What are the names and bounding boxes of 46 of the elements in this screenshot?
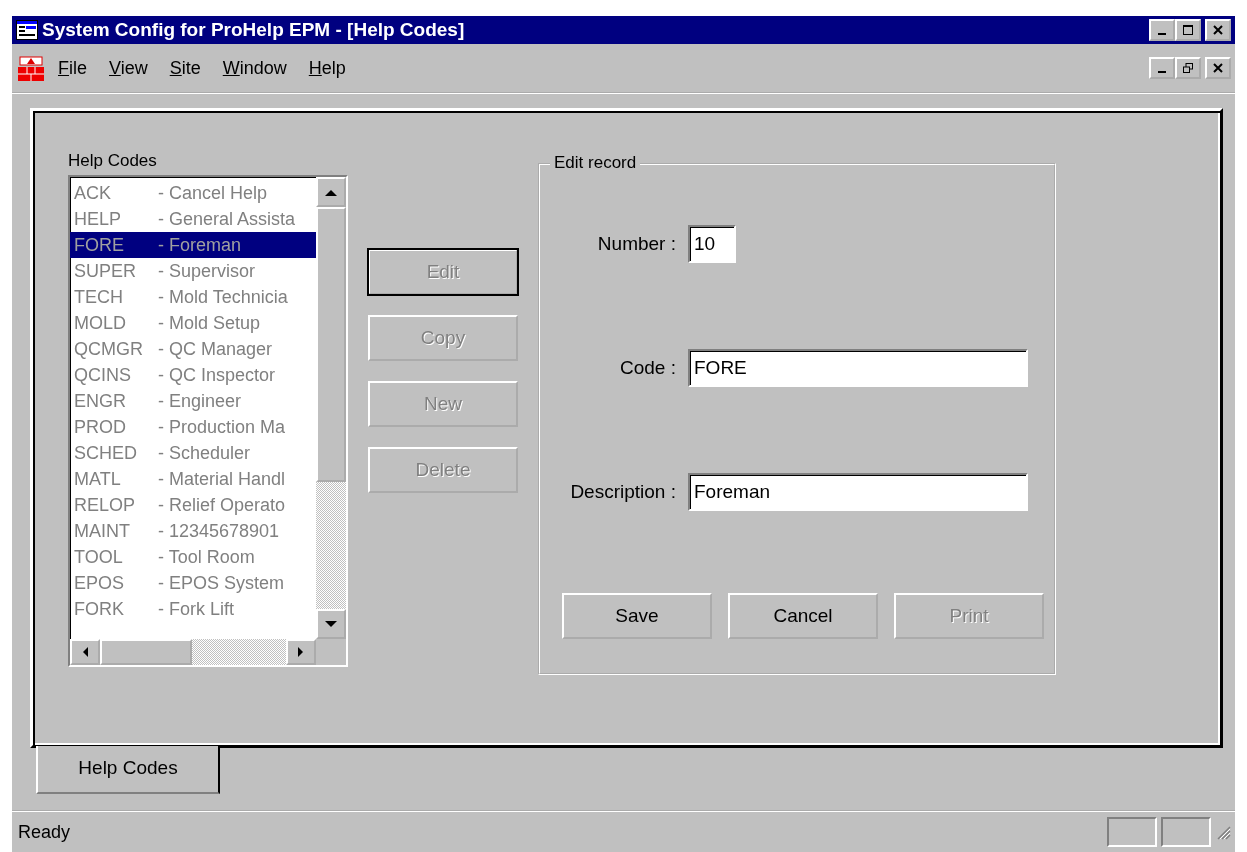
menu-item[interactable]: Site	[169, 57, 201, 79]
menu-item[interactable]: File	[58, 57, 87, 79]
status-pane	[1161, 817, 1211, 847]
status-pane	[1107, 817, 1157, 847]
close-button[interactable]	[1205, 57, 1231, 79]
list-box[interactable]	[68, 175, 348, 667]
input-field[interactable]: 10	[688, 225, 736, 263]
restore-button[interactable]	[1175, 57, 1201, 79]
window-icon	[16, 20, 38, 40]
close-icon	[1213, 63, 1223, 73]
minimize-button[interactable]	[1149, 19, 1175, 41]
minimize-button[interactable]	[1149, 57, 1175, 79]
up-arrow-icon	[325, 188, 337, 196]
resize-grip-icon	[1215, 824, 1231, 840]
scroll-left-button[interactable]	[70, 639, 100, 665]
close-button[interactable]	[1205, 19, 1231, 41]
scroll-thumb[interactable]	[100, 639, 192, 665]
scroll-down-button[interactable]	[316, 609, 346, 639]
right-arrow-icon	[298, 647, 304, 657]
status-text: Ready	[18, 821, 71, 843]
menu-item[interactable]: Help	[308, 57, 346, 79]
form-button[interactable]: Cancel	[728, 593, 878, 639]
minimize-icon	[1158, 33, 1166, 35]
field-label: Number :	[596, 233, 676, 255]
close-icon	[1213, 25, 1223, 35]
maximize-button[interactable]	[1175, 19, 1201, 41]
minimize-icon	[1158, 71, 1166, 73]
menu-item[interactable]: Window	[222, 57, 287, 79]
input-field[interactable]: FORE	[688, 349, 1028, 387]
scroll-up-button[interactable]	[316, 177, 346, 207]
field-label: Code :	[619, 357, 676, 379]
field-label: Description :	[569, 481, 676, 503]
restore-icon	[1183, 63, 1193, 73]
maximize-icon	[1183, 25, 1193, 35]
left-arrow-icon	[82, 647, 88, 657]
window-title: System Config for ProHelp EPM - [Help Codes]	[42, 19, 465, 41]
scroll-thumb[interactable]	[316, 207, 346, 482]
down-arrow-icon	[325, 620, 337, 628]
tab[interactable]: Help Codes	[36, 746, 220, 794]
scrollbar-corner	[316, 639, 346, 665]
input-field[interactable]: Foreman	[688, 473, 1028, 511]
scroll-right-button[interactable]	[286, 639, 316, 665]
brick-wall-icon	[18, 55, 44, 81]
list-label: Help Codes	[68, 151, 158, 171]
menu-item[interactable]: View	[109, 57, 148, 79]
form-button[interactable]: Save	[562, 593, 712, 639]
